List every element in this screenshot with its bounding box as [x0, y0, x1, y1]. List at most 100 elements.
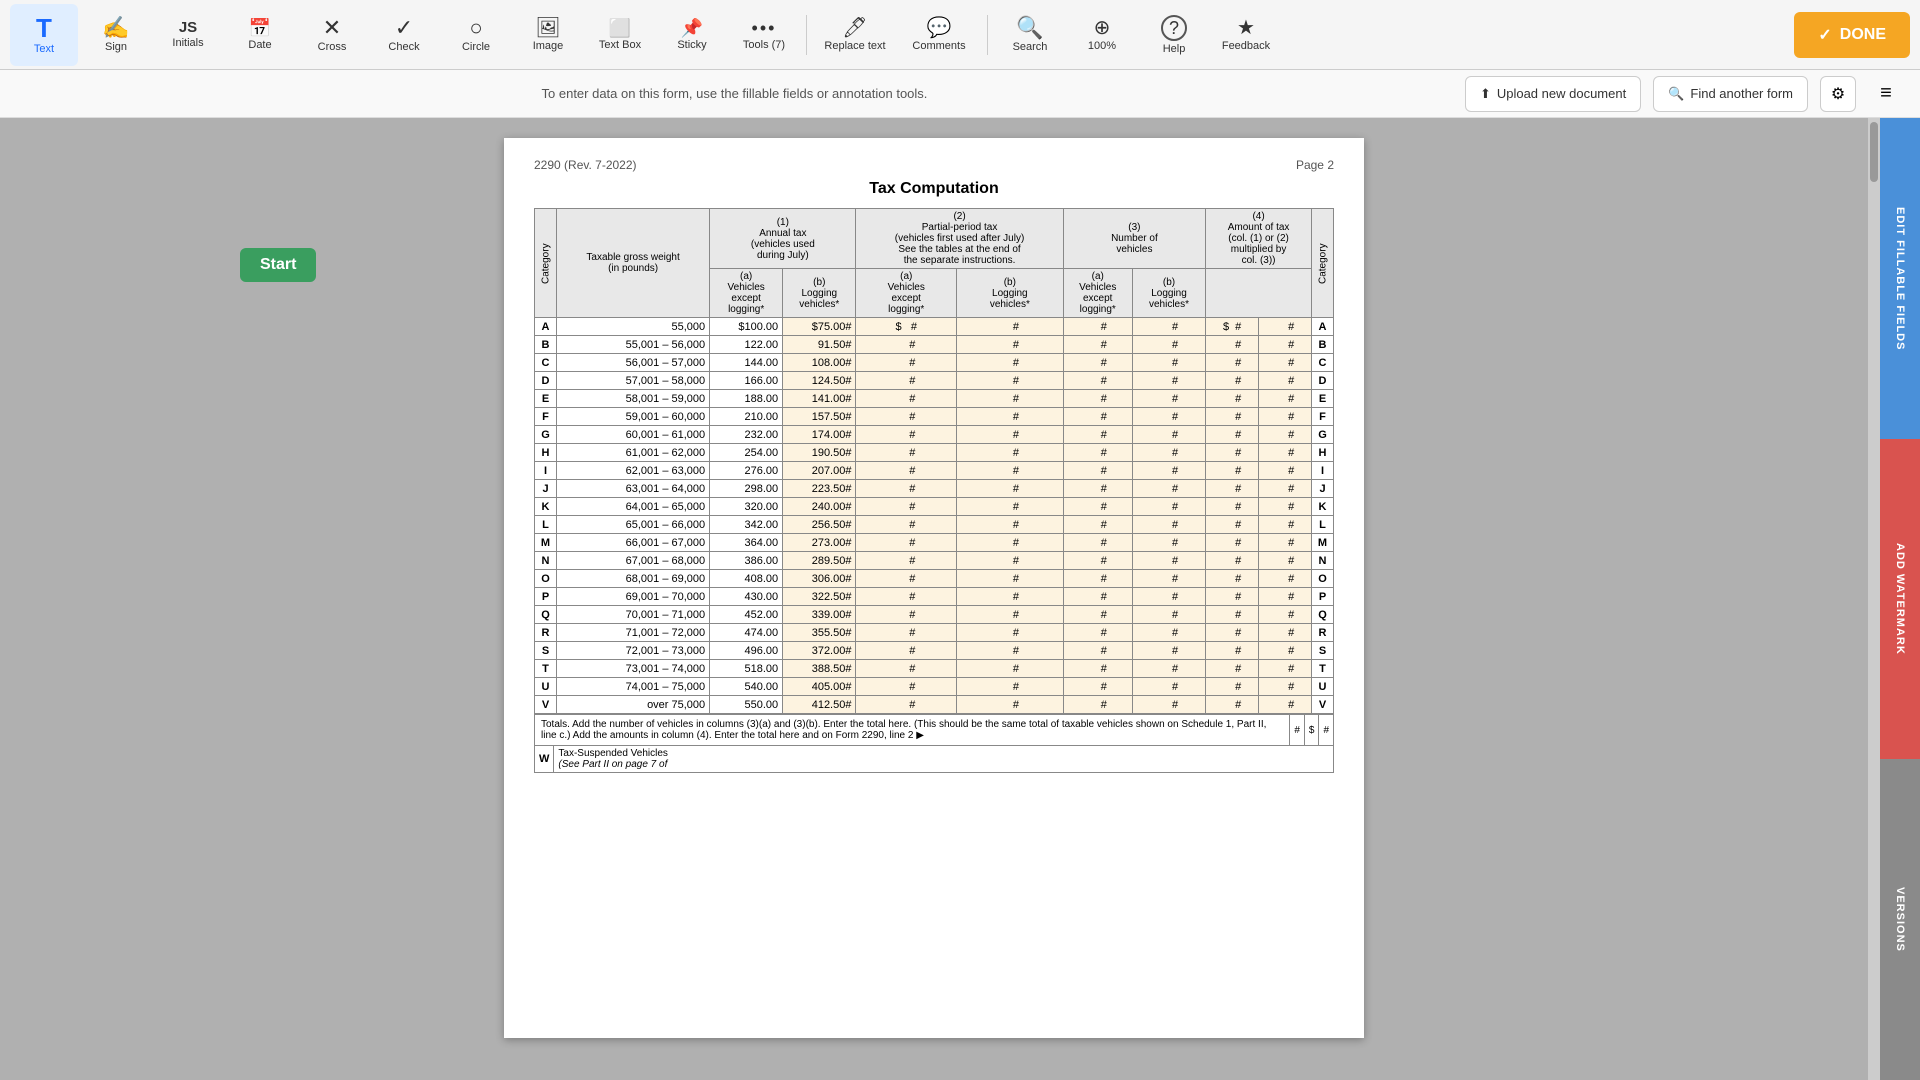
- row-col3a[interactable]: #: [1063, 588, 1132, 606]
- row-col3a[interactable]: #: [1063, 462, 1132, 480]
- row-col2b[interactable]: #: [957, 462, 1064, 480]
- row-col2a[interactable]: #: [856, 534, 957, 552]
- row-col4b[interactable]: #: [1259, 696, 1312, 714]
- versions-panel[interactable]: VERSIONS: [1880, 759, 1920, 1080]
- row-col2a[interactable]: #: [856, 354, 957, 372]
- row-col3b[interactable]: #: [1132, 642, 1205, 660]
- row-col2b[interactable]: #: [957, 498, 1064, 516]
- row-col3b[interactable]: #: [1132, 462, 1205, 480]
- document-area[interactable]: Start 2290 (Rev. 7-2022) Page 2 Tax Comp…: [0, 118, 1868, 1080]
- row-col2b[interactable]: #: [957, 336, 1064, 354]
- row-col4a[interactable]: #: [1206, 390, 1259, 408]
- settings-button[interactable]: ⚙: [1820, 76, 1856, 112]
- row-col3a[interactable]: #: [1063, 408, 1132, 426]
- tool-text[interactable]: T Text: [10, 4, 78, 66]
- row-col4a[interactable]: #: [1206, 480, 1259, 498]
- row-col2b[interactable]: #: [957, 588, 1064, 606]
- row-col1b[interactable]: 273.00#: [783, 534, 856, 552]
- tool-check[interactable]: ✓ Check: [370, 4, 438, 66]
- row-col2b[interactable]: #: [957, 660, 1064, 678]
- row-col2b[interactable]: #: [957, 678, 1064, 696]
- row-col2a[interactable]: #: [856, 570, 957, 588]
- totals-col3a[interactable]: #: [1290, 715, 1305, 746]
- row-col3a[interactable]: #: [1063, 606, 1132, 624]
- row-col1b[interactable]: 339.00#: [783, 606, 856, 624]
- row-col4a[interactable]: #: [1206, 516, 1259, 534]
- row-col4a[interactable]: #: [1206, 336, 1259, 354]
- row-col3b[interactable]: #: [1132, 372, 1205, 390]
- row-col2b[interactable]: #: [957, 426, 1064, 444]
- row-col2b[interactable]: #: [957, 642, 1064, 660]
- row-col3b[interactable]: #: [1132, 516, 1205, 534]
- row-col2a[interactable]: #: [856, 696, 957, 714]
- row-col1b[interactable]: $75.00#: [783, 318, 856, 336]
- row-col1b[interactable]: 108.00#: [783, 354, 856, 372]
- row-col2a[interactable]: #: [856, 678, 957, 696]
- tool-initials[interactable]: JS Initials: [154, 4, 222, 66]
- row-col4a[interactable]: #: [1206, 372, 1259, 390]
- row-col2b[interactable]: #: [957, 624, 1064, 642]
- row-col2b[interactable]: #: [957, 516, 1064, 534]
- row-col3a[interactable]: #: [1063, 516, 1132, 534]
- row-col3b[interactable]: #: [1132, 336, 1205, 354]
- tool-sign[interactable]: ✍ Sign: [82, 4, 150, 66]
- row-col2b[interactable]: #: [957, 354, 1064, 372]
- row-col1b[interactable]: 223.50#: [783, 480, 856, 498]
- row-col2b[interactable]: #: [957, 444, 1064, 462]
- row-col4b[interactable]: #: [1259, 426, 1312, 444]
- row-col3b[interactable]: #: [1132, 660, 1205, 678]
- row-col4a[interactable]: #: [1206, 696, 1259, 714]
- row-col4a[interactable]: #: [1206, 588, 1259, 606]
- row-col4b[interactable]: #: [1259, 606, 1312, 624]
- row-col2b[interactable]: #: [957, 390, 1064, 408]
- row-col3b[interactable]: #: [1132, 696, 1205, 714]
- row-col4a[interactable]: #: [1206, 660, 1259, 678]
- tool-replace-text[interactable]: 🖊 Replace text: [815, 4, 895, 66]
- row-col1b[interactable]: 124.50#: [783, 372, 856, 390]
- add-watermark-panel[interactable]: ADD WATERMARK: [1880, 439, 1920, 760]
- row-col3a[interactable]: #: [1063, 390, 1132, 408]
- row-col3a[interactable]: #: [1063, 498, 1132, 516]
- row-col4a[interactable]: $ #: [1206, 318, 1259, 336]
- tool-feedback[interactable]: ★ Feedback: [1212, 4, 1280, 66]
- row-col1b[interactable]: 372.00#: [783, 642, 856, 660]
- start-button[interactable]: Start: [240, 248, 316, 282]
- row-col4b[interactable]: #: [1259, 660, 1312, 678]
- tool-cross[interactable]: ✕ Cross: [298, 4, 366, 66]
- row-col2b[interactable]: #: [957, 534, 1064, 552]
- row-col2a[interactable]: #: [856, 660, 957, 678]
- row-col4b[interactable]: #: [1259, 624, 1312, 642]
- tool-image[interactable]: 🖼 Image: [514, 4, 582, 66]
- row-col1b[interactable]: 207.00#: [783, 462, 856, 480]
- upload-button[interactable]: ⬆ Upload new document: [1465, 76, 1641, 112]
- row-col3b[interactable]: #: [1132, 624, 1205, 642]
- row-col2a[interactable]: #: [856, 642, 957, 660]
- row-col4b[interactable]: #: [1259, 408, 1312, 426]
- row-col3a[interactable]: #: [1063, 318, 1132, 336]
- row-col3b[interactable]: #: [1132, 354, 1205, 372]
- row-col1b[interactable]: 388.50#: [783, 660, 856, 678]
- tool-textbox[interactable]: ⬜ Text Box: [586, 4, 654, 66]
- row-col2a[interactable]: #: [856, 624, 957, 642]
- row-col4a[interactable]: #: [1206, 606, 1259, 624]
- row-col4b[interactable]: #: [1259, 516, 1312, 534]
- vertical-scrollbar[interactable]: [1868, 118, 1880, 1080]
- done-button[interactable]: ✓ DONE: [1794, 12, 1910, 58]
- row-col2b[interactable]: #: [957, 480, 1064, 498]
- row-col3b[interactable]: #: [1132, 390, 1205, 408]
- row-col2a[interactable]: #: [856, 606, 957, 624]
- row-col3b[interactable]: #: [1132, 480, 1205, 498]
- row-col3a[interactable]: #: [1063, 480, 1132, 498]
- row-col2a[interactable]: #: [856, 372, 957, 390]
- edit-fillable-panel[interactable]: EDIT FILLABLE FIELDS: [1880, 118, 1920, 439]
- row-col2b[interactable]: #: [957, 408, 1064, 426]
- row-col2a[interactable]: #: [856, 462, 957, 480]
- find-form-button[interactable]: 🔍 Find another form: [1653, 76, 1808, 112]
- row-col2a[interactable]: #: [856, 588, 957, 606]
- row-col4a[interactable]: #: [1206, 552, 1259, 570]
- row-col2a[interactable]: #: [856, 336, 957, 354]
- totals-col4[interactable]: #: [1319, 715, 1334, 746]
- row-col2a[interactable]: $ #: [856, 318, 957, 336]
- tool-circle[interactable]: ○ Circle: [442, 4, 510, 66]
- row-col4a[interactable]: #: [1206, 354, 1259, 372]
